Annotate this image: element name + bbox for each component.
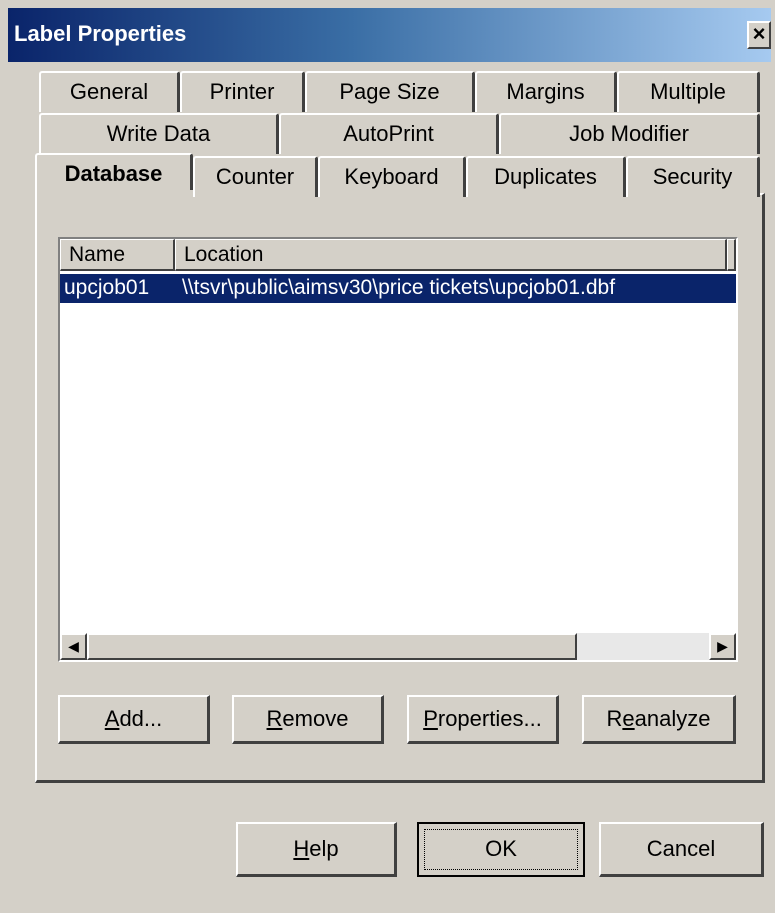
tab-printer[interactable]: Printer [180,71,305,112]
tab-multiple[interactable]: Multiple [617,71,760,112]
tab-margins[interactable]: Margins [475,71,617,112]
horizontal-scrollbar[interactable]: ◀ ▶ [60,633,736,660]
table-row[interactable]: upcjob01 \\tsvr\public\aimsv30\price tic… [60,274,736,303]
arrow-right-icon: ▶ [717,638,728,654]
active-tab-join [39,190,193,198]
window-title: Label Properties [14,21,187,46]
remove-mnemonic: R [266,706,283,731]
scroll-right-button[interactable]: ▶ [709,633,736,660]
tab-job-modifier[interactable]: Job Modifier [499,113,760,154]
close-icon: × [752,21,766,46]
help-mnemonic: H [293,836,310,861]
remove-label: emove [282,706,349,731]
properties-mnemonic: P [423,706,438,731]
close-button[interactable]: × [747,21,771,49]
cancel-label: Cancel [646,836,716,861]
ok-button[interactable]: OK [417,822,585,877]
reanalyze-label-pre: R [606,706,623,731]
tab-write-data[interactable]: Write Data [39,113,279,154]
row-location: \\tsvr\public\aimsv30\price tickets\upcj… [182,276,616,299]
label-properties-dialog: Label Properties × General Printer Page … [0,0,775,913]
help-button[interactable]: Help [236,822,397,877]
column-header-name[interactable]: Name [60,239,175,271]
arrow-left-icon: ◀ [68,638,79,654]
tab-duplicates[interactable]: Duplicates [466,156,626,197]
tab-page-size[interactable]: Page Size [305,71,475,112]
remove-button[interactable]: Remove [232,695,384,744]
properties-button[interactable]: Properties... [407,695,559,744]
reanalyze-mnemonic: e [622,706,635,731]
scroll-left-button[interactable]: ◀ [60,633,87,660]
tab-security[interactable]: Security [626,156,760,197]
database-list[interactable]: Name Location upcjob01 \\tsvr\public\aim… [58,237,738,662]
tab-counter[interactable]: Counter [193,156,318,197]
focus-rectangle [424,829,578,870]
add-label: dd... [119,706,163,731]
row-name: upcjob01 [64,276,150,299]
add-mnemonic: A [104,706,120,731]
tab-general[interactable]: General [39,71,180,112]
tab-autoprint[interactable]: AutoPrint [279,113,499,154]
help-label: elp [309,836,339,861]
scroll-thumb[interactable] [87,633,577,660]
reanalyze-button[interactable]: Reanalyze [582,695,736,744]
tab-keyboard[interactable]: Keyboard [318,156,466,197]
column-header-filler [727,239,736,271]
title-bar: Label Properties × [8,8,771,62]
add-button[interactable]: Add... [58,695,210,744]
cancel-button[interactable]: Cancel [599,822,764,877]
column-header-location[interactable]: Location [175,239,727,271]
properties-label: roperties... [437,706,542,731]
reanalyze-label: analyze [634,706,711,731]
